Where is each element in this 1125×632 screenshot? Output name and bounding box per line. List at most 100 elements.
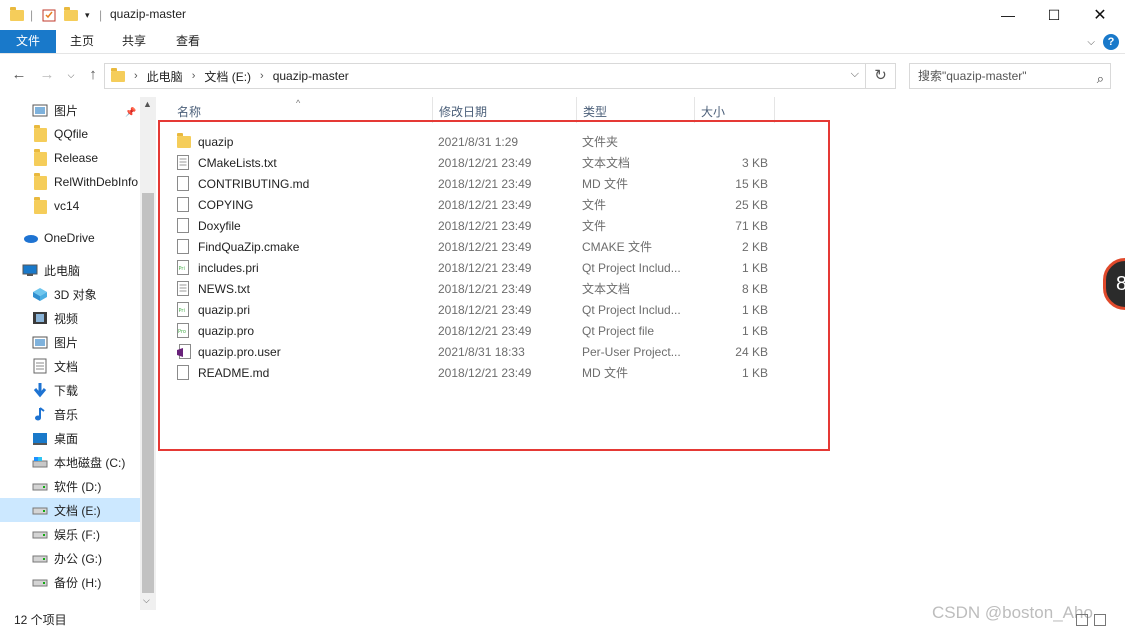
sidebar-item-label: RelWithDebInfo <box>54 175 139 189</box>
desktop-icon <box>32 431 48 445</box>
item-count: 12 个项目 <box>14 613 67 627</box>
window-title: quazip-master <box>110 7 187 21</box>
navigation-pane: 图片 📌 QQfile Release RelWithDebInfo vc14 OneDri… <box>0 97 156 610</box>
help-icon[interactable]: ? <box>1103 34 1119 50</box>
folder-icon <box>32 149 48 166</box>
folder-icon <box>32 125 48 142</box>
sidebar-item[interactable]: Release <box>0 146 140 170</box>
sidebar-item-label: 下载 <box>54 383 79 398</box>
pin-icon[interactable]: 📌 <box>125 107 136 118</box>
ribbon-tabs: 文件 主页 共享 查看 ⌵ ? <box>0 30 1125 54</box>
3d-objects-icon <box>32 287 48 301</box>
sidebar-item[interactable]: 3D 对象 <box>0 282 140 306</box>
sidebar-item-label: 3D 对象 <box>54 287 97 302</box>
tab-share[interactable]: 共享 <box>108 30 160 53</box>
documents-icon <box>32 358 48 374</box>
sidebar-item-label: 音乐 <box>54 407 79 422</box>
search-icon[interactable]: ⌕ <box>1097 67 1104 91</box>
sidebar-item[interactable]: 文档 (E:) <box>0 498 140 522</box>
address-dropdown-icon[interactable]: ⌵ <box>851 68 859 81</box>
sidebar-item-label: 娱乐 (F:) <box>54 527 100 542</box>
crumb-this-pc[interactable]: 此电脑 <box>147 68 183 85</box>
up-icon[interactable]: ↑ <box>84 66 102 84</box>
sidebar-item[interactable]: 此电脑 <box>0 258 140 282</box>
crumb-quazip-master[interactable]: quazip-master <box>273 69 349 83</box>
onedrive-icon <box>22 231 38 245</box>
sidebar-item[interactable]: 下载 <box>0 378 140 402</box>
drive-icon <box>32 479 48 493</box>
sidebar-item[interactable]: 办公 (G:) <box>0 546 140 570</box>
sidebar-item[interactable]: OneDrive <box>0 226 140 250</box>
sidebar-item[interactable]: 软件 (D:) <box>0 474 140 498</box>
scroll-down-icon[interactable]: ⌵ <box>143 595 150 606</box>
sort-ascending-icon: ^ <box>296 98 301 108</box>
chevron-right-icon[interactable]: › <box>260 70 264 82</box>
sidebar-item[interactable]: 娱乐 (F:) <box>0 522 140 546</box>
qa-separator-2: | <box>99 8 103 22</box>
sidebar-item[interactable]: RelWithDebInfo <box>0 170 140 194</box>
pictures-icon <box>32 335 48 349</box>
sidebar-item-label: 此电脑 <box>44 263 81 278</box>
address-folder-icon <box>111 67 125 82</box>
qa-customize-icon[interactable]: ▾ <box>85 6 90 24</box>
sidebar-item-label: 视频 <box>54 311 79 326</box>
expand-ribbon-icon[interactable]: ⌵ <box>1087 37 1095 48</box>
large-icons-view-icon[interactable] <box>1094 614 1106 626</box>
sidebar-item[interactable]: 备份 (H:) <box>0 570 140 594</box>
drive-icon <box>32 503 48 517</box>
drive-icon <box>32 551 48 565</box>
sidebar-item[interactable]: 图片 📌 <box>0 98 140 122</box>
sidebar-item-label: 图片 <box>54 335 79 350</box>
title-bar: | ▾ | quazip-master — ☐ ✕ <box>0 0 1125 30</box>
recent-locations-icon[interactable]: ⌵ <box>62 66 80 84</box>
sidebar-item-label: QQfile <box>54 127 89 141</box>
sidebar-item-label: 办公 (G:) <box>54 551 102 566</box>
search-input[interactable]: 搜索"quazip-master" ⌕ <box>909 63 1111 89</box>
videos-icon <box>32 311 48 325</box>
back-icon[interactable]: ← <box>10 66 28 84</box>
close-button[interactable]: ✕ <box>1077 0 1123 30</box>
address-bar[interactable]: › 此电脑 › 文档 (E:) › quazip-master ⌵ <box>104 63 866 89</box>
sidebar-item[interactable]: 本地磁盘 (C:) <box>0 450 140 474</box>
sidebar-item[interactable]: 文档 <box>0 354 140 378</box>
chevron-right-icon[interactable]: › <box>192 70 196 82</box>
maximize-button[interactable]: ☐ <box>1031 0 1077 30</box>
qa-separator: | <box>30 8 34 22</box>
scroll-up-icon[interactable]: ▲ <box>143 99 152 109</box>
sidebar-item-label: 桌面 <box>54 431 79 446</box>
music-icon <box>32 407 48 421</box>
chevron-right-icon[interactable]: › <box>134 70 138 82</box>
sidebar-item[interactable]: 桌面 <box>0 426 140 450</box>
sidebar-item[interactable]: QQfile <box>0 122 140 146</box>
tab-view[interactable]: 查看 <box>162 30 214 53</box>
refresh-button[interactable]: ↻ <box>866 63 896 89</box>
highlight-box <box>158 120 830 451</box>
scroll-thumb[interactable] <box>142 193 154 593</box>
forward-icon[interactable]: → <box>38 66 56 84</box>
sidebar-item[interactable]: 图片 <box>0 330 140 354</box>
sidebar-item-label: Release <box>54 151 99 165</box>
sidebar-item-label: 文档 (E:) <box>54 503 101 518</box>
drive-icon <box>32 575 48 589</box>
minimize-button[interactable]: — <box>985 0 1031 30</box>
pictures-icon <box>32 103 48 117</box>
downloads-icon <box>32 383 48 398</box>
sidebar-item-label: 文档 <box>54 359 79 374</box>
folder-icon <box>32 197 48 214</box>
crumb-drive-e[interactable]: 文档 (E:) <box>204 68 251 85</box>
sidebar-item-label: 本地磁盘 (C:) <box>54 455 126 470</box>
new-folder-icon[interactable] <box>64 6 78 24</box>
sidebar-item[interactable]: 音乐 <box>0 402 140 426</box>
navigation-bar: ← → ⌵ ↑ › 此电脑 › 文档 (E:) › quazip-master … <box>0 55 1125 97</box>
sidebar-item[interactable]: vc14 <box>0 194 140 218</box>
sidebar-item-label: OneDrive <box>44 231 95 245</box>
watermark: CSDN @boston_Aho <box>932 603 1093 622</box>
search-placeholder: 搜索"quazip-master" <box>918 69 1027 83</box>
sidebar-scrollbar[interactable]: ▲ ⌵ <box>140 97 156 610</box>
drive-icon <box>32 527 48 541</box>
sidebar-item[interactable]: 视频 <box>0 306 140 330</box>
tab-home[interactable]: 主页 <box>56 30 108 53</box>
details-view-icon[interactable] <box>1076 614 1088 626</box>
properties-icon[interactable] <box>42 6 56 24</box>
tab-file[interactable]: 文件 <box>0 30 56 53</box>
